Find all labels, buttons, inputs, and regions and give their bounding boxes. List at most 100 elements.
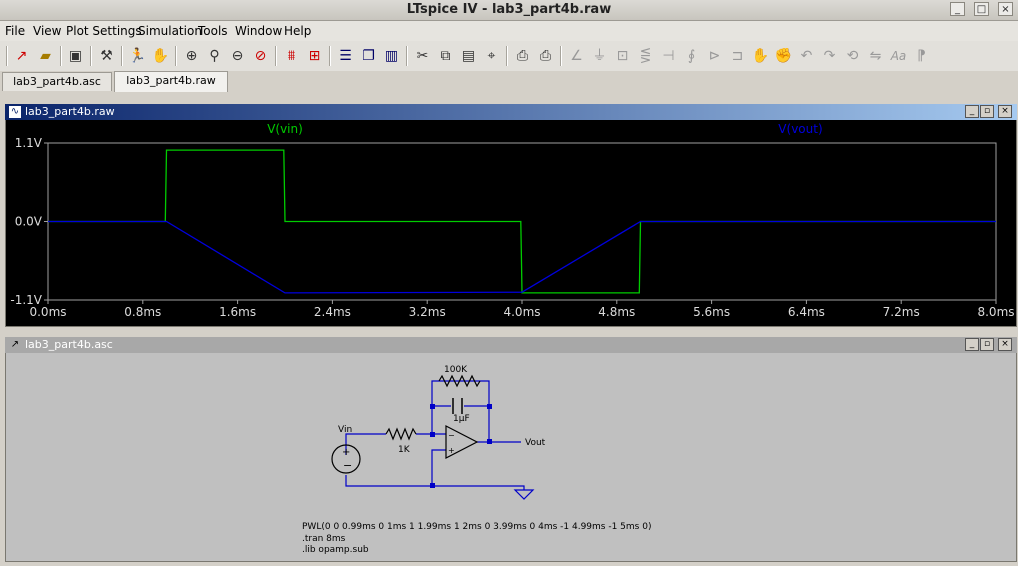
move-icon[interactable]: ✋ xyxy=(751,47,770,66)
close-button[interactable]: × xyxy=(998,2,1013,16)
copy-icon[interactable]: ⧉ xyxy=(436,47,455,66)
x-tick-label: 3.2ms xyxy=(409,305,446,319)
capacitor-icon[interactable]: ⊣ xyxy=(659,47,678,66)
plot-window-titlebar[interactable]: ∿ lab3_part4b.raw _ ▫ × xyxy=(5,104,1017,120)
svg-text:−: − xyxy=(343,459,352,472)
new-schematic-icon[interactable]: ↗ xyxy=(12,47,31,66)
maximize-button[interactable]: □ xyxy=(974,2,989,16)
title-bar: LTspice IV - lab3_part4b.raw _ □ × xyxy=(0,0,1018,21)
x-tick-label: 8.0ms xyxy=(977,305,1014,319)
schematic-window-titlebar[interactable]: ↗ lab3_part4b.asc _ ▫ × xyxy=(5,337,1017,353)
open-icon[interactable]: ▰ xyxy=(36,47,55,66)
rotate-icon[interactable]: ⟲ xyxy=(843,47,862,66)
menu-view[interactable]: View xyxy=(33,24,61,38)
label-vin: Vin xyxy=(338,425,352,435)
pwl-directive[interactable]: PWL(0 0 0.99ms 0 1ms 1 1.99ms 1 2ms 0 3.… xyxy=(302,522,651,532)
print-icon[interactable]: ⎙ xyxy=(536,47,555,66)
voltage-source[interactable]: + − xyxy=(331,444,361,474)
run-icon[interactable]: 🏃 xyxy=(128,47,147,66)
label-100k: 100K xyxy=(444,365,468,375)
y-tick-label: 1.1V xyxy=(15,136,43,150)
autoscale-icon[interactable]: ⩩ xyxy=(282,47,301,66)
menu-file[interactable]: File xyxy=(5,24,25,38)
x-tick-label: 7.2ms xyxy=(883,305,920,319)
label-1uf: 1µF xyxy=(453,414,470,424)
text-icon[interactable]: Aa xyxy=(889,47,908,66)
save-icon[interactable]: ▣ xyxy=(66,47,85,66)
waveform-window-icon: ∿ xyxy=(9,106,21,118)
wire-icon[interactable]: ∠ xyxy=(567,47,586,66)
menu-tools[interactable]: Tools xyxy=(198,24,228,38)
schematic-minimize-button[interactable]: _ xyxy=(965,338,979,351)
mirror-icon[interactable]: ⇋ xyxy=(866,47,885,66)
svg-text:+: + xyxy=(342,447,350,458)
plot-window-title: lab3_part4b.raw xyxy=(25,105,115,118)
zoom-cancel-icon[interactable]: ⊘ xyxy=(251,47,270,66)
waveform-plot[interactable]: 0.0ms 0.8ms 1.6ms 2.4ms 3.2ms 4.0ms 4.8ms 5.6ms… xyxy=(6,105,1016,326)
x-tick-label: 4.8ms xyxy=(598,305,635,319)
minimize-button[interactable]: _ xyxy=(950,2,965,16)
window-title: LTspice IV - lab3_part4b.raw xyxy=(406,2,612,17)
ground-icon[interactable]: ⏚ xyxy=(590,47,609,66)
plot-minimize-button[interactable]: _ xyxy=(965,105,979,118)
toolbar: ↗ ▰ ▣ ⚒ 🏃 ✋ ⊕ ⚲ ⊖ ⊘ ⩩ ⊞ ☰ ❐ ▥ ✂ ⧉ ▤ ⌖ ⎙ … xyxy=(0,41,1018,72)
svg-text:+: + xyxy=(448,446,455,455)
spice-directive-icon[interactable]: ⁋ xyxy=(912,47,931,66)
cascade-icon[interactable]: ❐ xyxy=(359,47,378,66)
x-tick-label: 0.8ms xyxy=(124,305,161,319)
legend-v-vin-: V(vin) xyxy=(267,122,303,136)
paste-icon[interactable]: ▤ xyxy=(459,47,478,66)
tile-vertical-icon[interactable]: ▥ xyxy=(382,47,401,66)
tile-horizontal-icon[interactable]: ☰ xyxy=(336,47,355,66)
label-vout: Vout xyxy=(525,438,546,448)
x-tick-label: 5.6ms xyxy=(693,305,730,319)
tab-schematic[interactable]: lab3_part4b.asc xyxy=(2,72,112,91)
resistor-icon[interactable]: ⋚ xyxy=(636,47,655,66)
x-tick-label: 4.0ms xyxy=(503,305,540,319)
pick-traces-icon[interactable]: ⊞ xyxy=(305,47,324,66)
menu-plot-settings[interactable]: Plot Settings xyxy=(66,24,142,38)
opamp[interactable]: − + xyxy=(445,425,479,459)
find-icon[interactable]: ⌖ xyxy=(482,47,501,66)
undo-icon[interactable]: ↶ xyxy=(797,47,816,66)
cut-icon[interactable]: ✂ xyxy=(413,47,432,66)
plot-close-button[interactable]: × xyxy=(998,105,1012,118)
document-tabs: lab3_part4b.asc lab3_part4b.raw xyxy=(0,71,1018,93)
tab-waveform[interactable]: lab3_part4b.raw xyxy=(114,71,228,92)
resistor-1k[interactable] xyxy=(385,427,417,441)
x-tick-label: 2.4ms xyxy=(314,305,351,319)
inductor-icon[interactable]: ∮ xyxy=(682,47,701,66)
menu-simulation[interactable]: Simulation xyxy=(138,24,202,38)
resistor-100k[interactable] xyxy=(438,374,481,388)
zoom-full-icon[interactable]: ⚲ xyxy=(205,47,224,66)
zoom-in-icon[interactable]: ⊕ xyxy=(182,47,201,66)
schematic-canvas[interactable]: − + + − 100K 1µF 1K Vin Vout PWL(0 0 0.9… xyxy=(6,338,1016,561)
tran-directive[interactable]: .tran 8ms xyxy=(302,534,346,544)
halt-icon[interactable]: ✋ xyxy=(151,47,170,66)
schematic-window-title: lab3_part4b.asc xyxy=(25,338,113,351)
menu-help[interactable]: Help xyxy=(284,24,311,38)
waveform-viewer[interactable]: 0.0ms 0.8ms 1.6ms 2.4ms 3.2ms 4.0ms 4.8ms 5.6ms… xyxy=(5,104,1017,327)
label-icon[interactable]: ⊡ xyxy=(613,47,632,66)
label-1k: 1K xyxy=(398,445,411,455)
schematic-window-icon: ↗ xyxy=(10,339,20,350)
ground-symbol[interactable] xyxy=(513,489,535,500)
y-tick-label: -1.1V xyxy=(10,293,42,307)
lib-directive[interactable]: .lib opamp.sub xyxy=(302,545,369,555)
x-tick-label: 0.0ms xyxy=(29,305,66,319)
drag-icon[interactable]: ✊ xyxy=(774,47,793,66)
svg-text:−: − xyxy=(448,431,455,440)
redo-icon[interactable]: ↷ xyxy=(820,47,839,66)
schematic-restore-button[interactable]: ▫ xyxy=(980,338,994,351)
schematic-editor[interactable]: − + + − 100K 1µF 1K Vin Vout PWL(0 0 0.9… xyxy=(5,337,1017,562)
diode-icon[interactable]: ⊳ xyxy=(705,47,724,66)
schematic-close-button[interactable]: × xyxy=(998,338,1012,351)
control-panel-icon[interactable]: ⚒ xyxy=(97,47,116,66)
print-setup-icon[interactable]: ⎙ xyxy=(513,47,532,66)
x-tick-label: 1.6ms xyxy=(219,305,256,319)
menu-window[interactable]: Window xyxy=(235,24,282,38)
zoom-out-icon[interactable]: ⊖ xyxy=(228,47,247,66)
component-icon[interactable]: ⊐ xyxy=(728,47,747,66)
plot-restore-button[interactable]: ▫ xyxy=(980,105,994,118)
capacitor-1uf[interactable] xyxy=(452,398,463,414)
